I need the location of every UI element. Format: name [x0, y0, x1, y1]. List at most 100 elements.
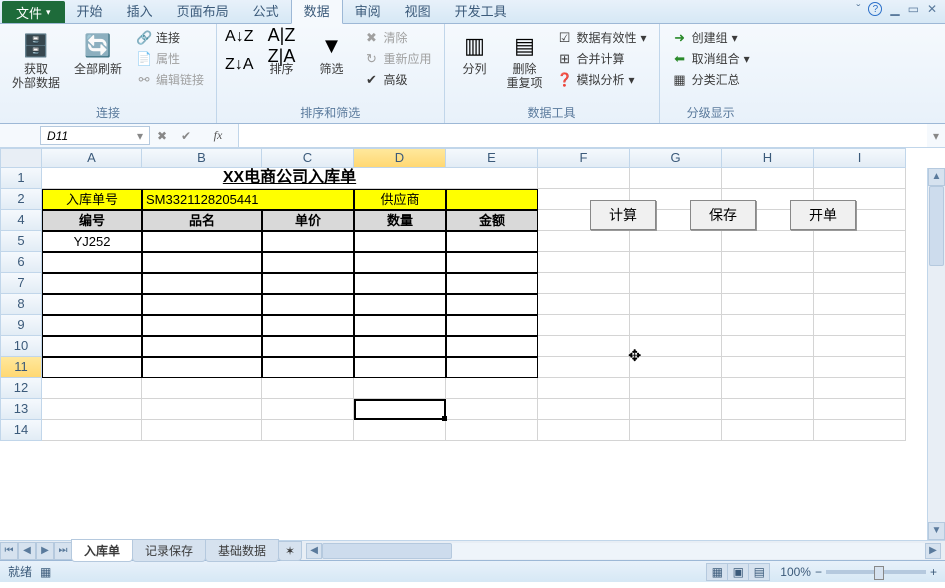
calc-button[interactable]: 计算 [590, 200, 656, 230]
row-header[interactable]: 7 [0, 273, 42, 294]
row-header[interactable]: 8 [0, 294, 42, 315]
remove-duplicates-button[interactable]: ▤ 删除 重复项 [503, 28, 547, 92]
zoom-level[interactable]: 100% [780, 565, 811, 579]
sort-asc-icon[interactable]: A↓Z [225, 28, 253, 46]
row-header[interactable]: 5 [0, 231, 42, 252]
scroll-right-icon[interactable]: ▶ [925, 543, 941, 559]
consolidate-button[interactable]: ⊞合并计算 [553, 49, 651, 68]
ungroup-button[interactable]: ⬅取消组合 ▾ [668, 49, 754, 68]
scroll-left-icon[interactable]: ◀ [306, 543, 322, 559]
cell-D11[interactable] [354, 357, 446, 378]
group-button[interactable]: ➜创建组 ▾ [668, 28, 754, 47]
col-header-A[interactable]: A [42, 148, 142, 168]
zoom-in-icon[interactable]: + [930, 565, 937, 579]
tab-developer[interactable]: 开发工具 [443, 0, 519, 23]
tab-nav-prev-icon[interactable]: ◀ [18, 542, 36, 560]
col-header-I[interactable]: I [814, 148, 906, 168]
worksheet-grid[interactable]: A B C D E F G H I 1 XX电商公司入库单 2 入库单号 SM3… [0, 148, 945, 540]
tab-nav-last-icon[interactable]: ⏭ [54, 542, 72, 560]
edit-links-button[interactable]: ⚯编辑链接 [132, 70, 208, 89]
title-cell[interactable]: XX电商公司入库单 [42, 168, 538, 189]
subtotal-button[interactable]: ▦分类汇总 [668, 70, 754, 89]
sheet-tab-1[interactable]: 记录保存 [132, 539, 206, 562]
row-header[interactable]: 11 [0, 357, 42, 378]
connections-button[interactable]: 🔗连接 [132, 28, 208, 47]
refresh-all-button[interactable]: 🔄 全部刷新 [70, 28, 126, 78]
file-tab[interactable]: 文件 [2, 1, 65, 23]
scroll-down-icon[interactable]: ▼ [928, 522, 945, 540]
row-header[interactable]: 12 [0, 378, 42, 399]
cell-D2[interactable]: 供应商 [354, 189, 446, 210]
row-header[interactable]: 2 [0, 189, 42, 210]
window-min-icon[interactable]: ▁ [890, 2, 899, 16]
filter-button[interactable]: ▼ 筛选 [310, 28, 354, 78]
tab-nav-first-icon[interactable]: ⏮ [0, 542, 18, 560]
col-header-B[interactable]: B [142, 148, 262, 168]
reapply-button[interactable]: ↻重新应用 [360, 49, 436, 68]
zoom-slider[interactable] [826, 570, 926, 574]
cell-B4[interactable]: 品名 [142, 210, 262, 231]
new-sheet-icon[interactable]: ✶ [278, 541, 302, 561]
zoom-out-icon[interactable]: − [815, 565, 822, 579]
row-header[interactable]: 6 [0, 252, 42, 273]
tab-data[interactable]: 数据 [291, 0, 343, 24]
col-header-D[interactable]: D [354, 148, 446, 168]
cell-A2[interactable]: 入库单号 [42, 189, 142, 210]
window-close-icon[interactable]: ✕ [927, 2, 937, 16]
select-all-corner[interactable] [0, 148, 42, 168]
col-header-H[interactable]: H [722, 148, 814, 168]
scroll-thumb[interactable] [929, 186, 944, 266]
col-header-C[interactable]: C [262, 148, 354, 168]
cell-B2[interactable]: SM3321128205441 [142, 189, 354, 210]
scroll-up-icon[interactable]: ▲ [928, 168, 945, 186]
advanced-filter-button[interactable]: ✔高级 [360, 70, 436, 89]
view-pagebreak-icon[interactable]: ▤ [748, 563, 770, 581]
col-header-G[interactable]: G [630, 148, 722, 168]
macro-record-icon[interactable]: ▦ [40, 565, 51, 579]
cell-A5[interactable]: YJ252 [42, 231, 142, 252]
horizontal-scrollbar[interactable]: ◀ ▶ [306, 543, 941, 559]
clear-filter-button[interactable]: ✖清除 [360, 28, 436, 47]
tab-nav-next-icon[interactable]: ▶ [36, 542, 54, 560]
tab-page-layout[interactable]: 页面布局 [165, 0, 241, 23]
row-header[interactable]: 13 [0, 399, 42, 420]
cell-C4[interactable]: 单价 [262, 210, 354, 231]
cell-D4[interactable]: 数量 [354, 210, 446, 231]
hscroll-thumb[interactable] [322, 543, 452, 559]
data-validation-button[interactable]: ☑数据有效性 ▾ [553, 28, 651, 47]
fx-icon[interactable]: fx [198, 128, 238, 143]
row-header[interactable]: 10 [0, 336, 42, 357]
open-button[interactable]: 开单 [790, 200, 856, 230]
tab-view[interactable]: 视图 [393, 0, 443, 23]
sort-button[interactable]: A|ZZ|A 排序 [260, 28, 304, 78]
help-icon[interactable]: ? [868, 2, 882, 16]
view-pagelayout-icon[interactable]: ▣ [727, 563, 749, 581]
cell-E4[interactable]: 金额 [446, 210, 538, 231]
row-header[interactable]: 4 [0, 210, 42, 231]
col-header-F[interactable]: F [538, 148, 630, 168]
properties-button[interactable]: 📄属性 [132, 49, 208, 68]
formula-input[interactable] [238, 124, 927, 147]
cell-E2[interactable] [446, 189, 538, 210]
tab-formulas[interactable]: 公式 [241, 0, 291, 23]
col-header-E[interactable]: E [446, 148, 538, 168]
text-to-columns-button[interactable]: ▥ 分列 [453, 28, 497, 78]
row-header[interactable]: 1 [0, 168, 42, 189]
row-header[interactable]: 14 [0, 420, 42, 441]
sheet-tab-2[interactable]: 基础数据 [205, 539, 279, 562]
chevron-down-icon[interactable]: ▾ [137, 129, 143, 143]
get-external-data-button[interactable]: 🗄️ 获取 外部数据 [8, 28, 64, 92]
tab-home[interactable]: 开始 [65, 0, 115, 23]
tab-review[interactable]: 审阅 [343, 0, 393, 23]
name-box[interactable]: D11 ▾ [40, 126, 150, 145]
window-restore-icon[interactable]: ▭ [908, 2, 919, 16]
cell-A4[interactable]: 编号 [42, 210, 142, 231]
expand-formula-icon[interactable]: ▾ [927, 129, 945, 143]
whatif-button[interactable]: ❓模拟分析 ▾ [553, 70, 651, 89]
ribbon-minimize-icon[interactable]: ˇ [856, 2, 860, 16]
row-header[interactable]: 9 [0, 315, 42, 336]
vertical-scrollbar[interactable]: ▲ ▼ [927, 168, 945, 540]
tab-insert[interactable]: 插入 [115, 0, 165, 23]
save-button[interactable]: 保存 [690, 200, 756, 230]
sheet-tab-0[interactable]: 入库单 [71, 539, 133, 562]
